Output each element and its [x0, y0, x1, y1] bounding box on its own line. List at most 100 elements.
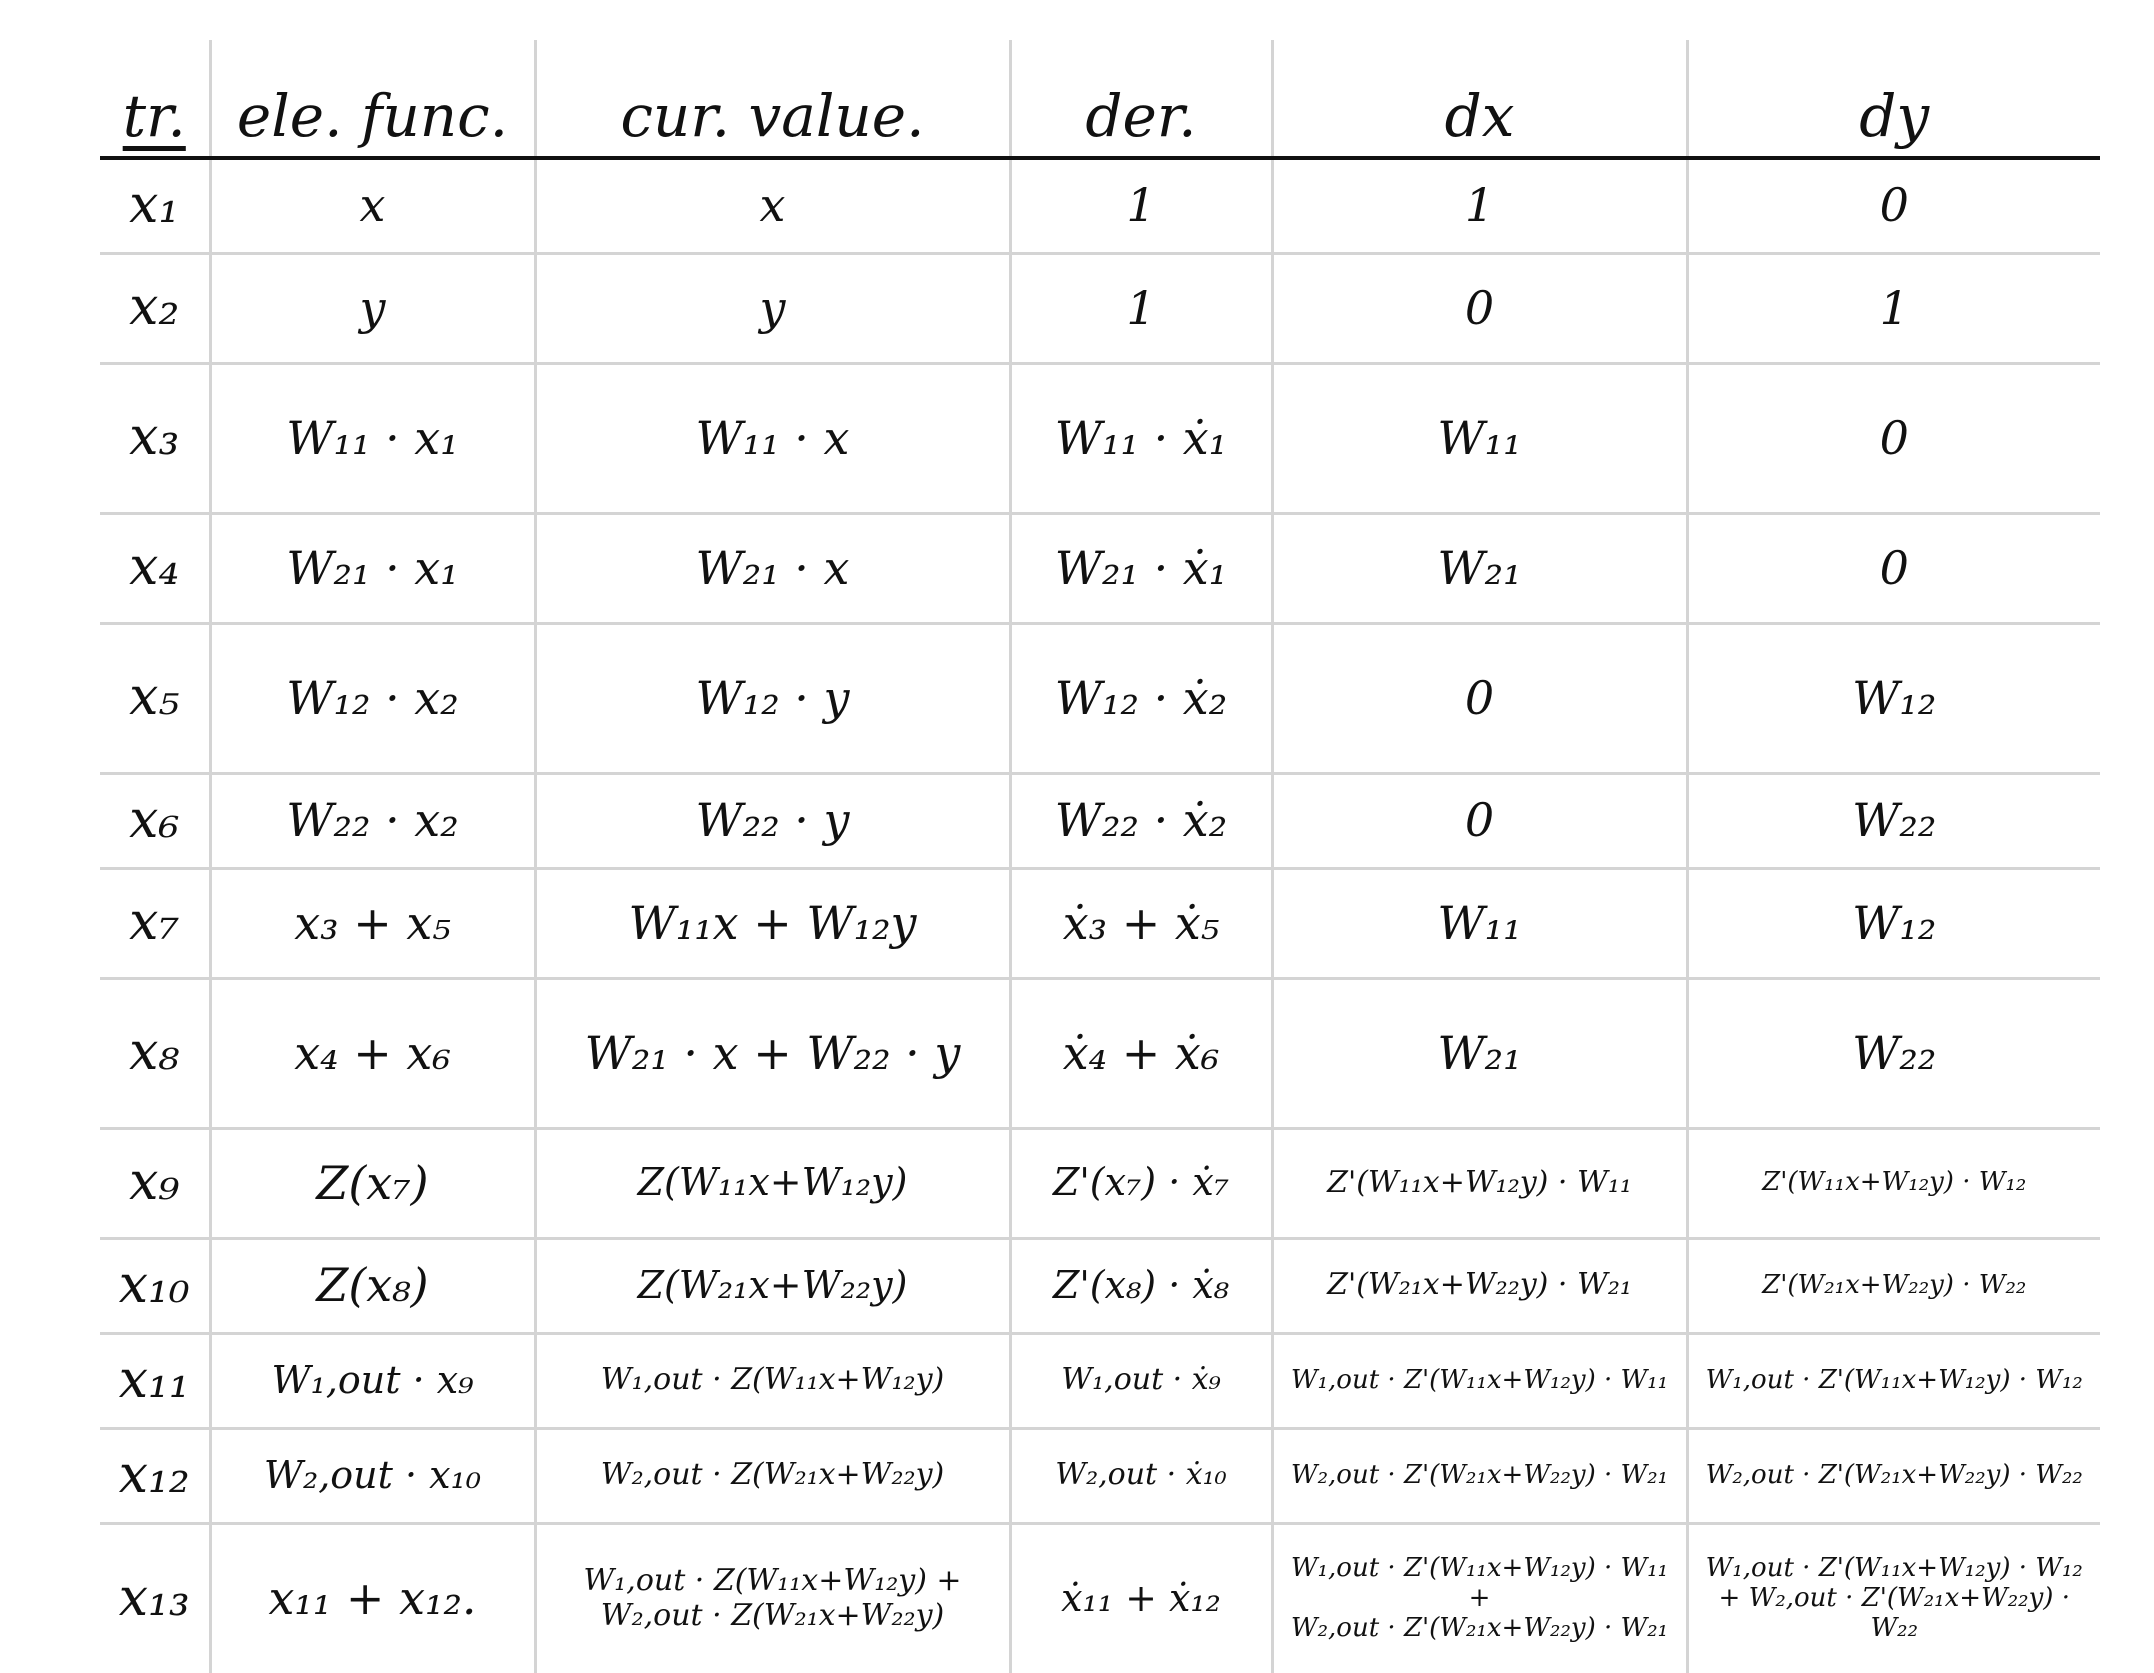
cell-ele-func: x₁₁ + x₁₂. — [208, 1521, 535, 1673]
cell-dx-line: W₂,out · Z'(W₂₁x+W₂₂y) · W₂₁ — [1290, 1612, 1669, 1643]
cell-ele-func: W₂,out · x₁₀ — [208, 1426, 535, 1523]
cell-dy: W₂₂ — [1685, 771, 2100, 868]
cell-dy-line: + W₂,out · Z'(W₂₁x+W₂₂y) · W₂₂ — [1718, 1582, 2070, 1643]
cell-dy: W₁₂ — [1685, 866, 2100, 978]
row-label: x₆ — [100, 771, 210, 868]
cell-dy: 0 — [1685, 361, 2100, 513]
cell-cur-value: W₂₁ · x + W₂₂ · y — [533, 976, 1010, 1128]
cell-der: 1 — [1008, 251, 1272, 363]
cell-cur-value: Z(W₂₁x+W₂₂y) — [533, 1236, 1010, 1333]
row-label: x₈ — [100, 976, 210, 1128]
cell-der: 1 — [1008, 156, 1272, 253]
cell-dy: W₂,out · Z'(W₂₁x+W₂₂y) · W₂₂ — [1685, 1426, 2100, 1523]
cell-dy-line: W₁,out · Z'(W₁₁x+W₁₂y) · W₁₂ — [1705, 1552, 2083, 1583]
cell-cur-value: W₁,out · Z(W₁₁x+W₁₂y) — [533, 1331, 1010, 1428]
cell-ele-func: W₁,out · x₉ — [208, 1331, 535, 1428]
cell-ele-func: W₂₁ · x₁ — [208, 511, 535, 623]
cell-dx: W₂,out · Z'(W₂₁x+W₂₂y) · W₂₁ — [1270, 1426, 1687, 1523]
cell-dx: Z'(W₂₁x+W₂₂y) · W₂₁ — [1270, 1236, 1687, 1333]
header-der: der. — [1008, 40, 1272, 160]
cell-cur-value: Z(W₁₁x+W₁₂y) — [533, 1126, 1010, 1238]
cell-cur-value-line: W₂,out · Z(W₂₁x+W₂₂y) — [600, 1597, 945, 1633]
cell-der: Z'(x₈) · ẋ₈ — [1008, 1236, 1272, 1333]
header-row: tr. ele. func. cur. value. der. dx dy — [100, 40, 2100, 160]
cell-ele-func: y — [208, 251, 535, 363]
cell-dx: 0 — [1270, 771, 1687, 868]
cell-der: Z'(x₇) · ẋ₇ — [1008, 1126, 1272, 1238]
cell-ele-func: W₂₂ · x₂ — [208, 771, 535, 868]
cell-cur-value: W₁₂ · y — [533, 621, 1010, 773]
header-tr: tr. — [100, 40, 210, 160]
table-row: x₆ W₂₂ · x₂ W₂₂ · y W₂₂ · ẋ₂ 0 W₂₂ — [100, 771, 2100, 868]
cell-ele-func: x — [208, 156, 535, 253]
cell-dy: W₁,out · Z'(W₁₁x+W₁₂y) · W₁₂ — [1685, 1331, 2100, 1428]
row-label: x₁₃ — [100, 1521, 210, 1673]
cell-dx: W₁₁ — [1270, 866, 1687, 978]
row-label: x₄ — [100, 511, 210, 623]
row-label: x₁ — [100, 156, 210, 253]
cell-dy: 0 — [1685, 511, 2100, 623]
table-row: x₉ Z(x₇) Z(W₁₁x+W₁₂y) Z'(x₇) · ẋ₇ Z'(W₁₁… — [100, 1126, 2100, 1238]
table-row: x₁ x x 1 1 0 — [100, 156, 2100, 253]
cell-dx: W₂₁ — [1270, 511, 1687, 623]
cell-cur-value: x — [533, 156, 1010, 253]
row-label: x₁₂ — [100, 1426, 210, 1523]
cell-dx-line: W₁,out · Z'(W₁₁x+W₁₂y) · W₁₁ + — [1290, 1552, 1669, 1613]
cell-cur-value: W₂,out · Z(W₂₁x+W₂₂y) — [533, 1426, 1010, 1523]
table-row: x₂ y y 1 0 1 — [100, 251, 2100, 363]
header-dx: dx — [1270, 40, 1687, 160]
cell-cur-value: W₂₁ · x — [533, 511, 1010, 623]
cell-ele-func: Z(x₈) — [208, 1236, 535, 1333]
cell-ele-func: x₄ + x₆ — [208, 976, 535, 1128]
table-row: x₇ x₃ + x₅ W₁₁x + W₁₂y ẋ₃ + ẋ₅ W₁₁ W₁₂ — [100, 866, 2100, 978]
cell-der: ẋ₄ + ẋ₆ — [1008, 976, 1272, 1128]
cell-der: W₂₂ · ẋ₂ — [1008, 771, 1272, 868]
cell-dx: W₁,out · Z'(W₁₁x+W₁₂y) · W₁₁ + W₂,out · … — [1270, 1521, 1687, 1673]
cell-dx: 0 — [1270, 621, 1687, 773]
table-row: x₄ W₂₁ · x₁ W₂₁ · x W₂₁ · ẋ₁ W₂₁ 0 — [100, 511, 2100, 623]
table-row: x₃ W₁₁ · x₁ W₁₁ · x W₁₁ · ẋ₁ W₁₁ 0 — [100, 361, 2100, 513]
table-row: x₈ x₄ + x₆ W₂₁ · x + W₂₂ · y ẋ₄ + ẋ₆ W₂₁… — [100, 976, 2100, 1128]
cell-der: W₁,out · ẋ₉ — [1008, 1331, 1272, 1428]
row-label: x₂ — [100, 251, 210, 363]
cell-der: ẋ₃ + ẋ₅ — [1008, 866, 1272, 978]
row-label: x₅ — [100, 621, 210, 773]
cell-dx: 1 — [1270, 156, 1687, 253]
cell-ele-func: W₁₂ · x₂ — [208, 621, 535, 773]
row-label: x₃ — [100, 361, 210, 513]
cell-dx: 0 — [1270, 251, 1687, 363]
cell-dy: Z'(W₁₁x+W₁₂y) · W₁₂ — [1685, 1126, 2100, 1238]
row-label: x₁₀ — [100, 1236, 210, 1333]
cell-ele-func: W₁₁ · x₁ — [208, 361, 535, 513]
cell-dy: Z'(W₂₁x+W₂₂y) · W₂₂ — [1685, 1236, 2100, 1333]
cell-dy: W₂₂ — [1685, 976, 2100, 1128]
row-label: x₇ — [100, 866, 210, 978]
row-label: x₁₁ — [100, 1331, 210, 1428]
cell-dy: W₁,out · Z'(W₁₁x+W₁₂y) · W₁₂ + W₂,out · … — [1685, 1521, 2100, 1673]
header-cur-value: cur. value. — [533, 40, 1010, 160]
cell-dy: W₁₂ — [1685, 621, 2100, 773]
cell-cur-value-line: W₁,out · Z(W₁₁x+W₁₂y) + — [583, 1563, 962, 1599]
cell-dy: 0 — [1685, 156, 2100, 253]
cell-ele-func: Z(x₇) — [208, 1126, 535, 1238]
row-label: x₉ — [100, 1126, 210, 1238]
cell-dx: W₁,out · Z'(W₁₁x+W₁₂y) · W₁₁ — [1270, 1331, 1687, 1428]
cell-der: W₁₁ · ẋ₁ — [1008, 361, 1272, 513]
cell-dy: 1 — [1685, 251, 2100, 363]
table-row: x₁₀ Z(x₈) Z(W₂₁x+W₂₂y) Z'(x₈) · ẋ₈ Z'(W₂… — [100, 1236, 2100, 1333]
cell-cur-value: W₁,out · Z(W₁₁x+W₁₂y) + W₂,out · Z(W₂₁x+… — [533, 1521, 1010, 1673]
cell-der: ẋ₁₁ + ẋ₁₂ — [1008, 1521, 1272, 1673]
cell-cur-value: W₂₂ · y — [533, 771, 1010, 868]
cell-der: W₂₁ · ẋ₁ — [1008, 511, 1272, 623]
header-dy: dy — [1685, 40, 2100, 160]
table-row: x₁₁ W₁,out · x₉ W₁,out · Z(W₁₁x+W₁₂y) W₁… — [100, 1331, 2100, 1428]
cell-cur-value: W₁₁x + W₁₂y — [533, 866, 1010, 978]
cell-dx: Z'(W₁₁x+W₁₂y) · W₁₁ — [1270, 1126, 1687, 1238]
cell-dx: W₁₁ — [1270, 361, 1687, 513]
cell-ele-func: x₃ + x₅ — [208, 866, 535, 978]
table-row: x₁₂ W₂,out · x₁₀ W₂,out · Z(W₂₁x+W₂₂y) W… — [100, 1426, 2100, 1523]
forward-mode-table: tr. ele. func. cur. value. der. dx dy x₁… — [100, 40, 2100, 1673]
cell-cur-value: W₁₁ · x — [533, 361, 1010, 513]
cell-cur-value: y — [533, 251, 1010, 363]
cell-dx: W₂₁ — [1270, 976, 1687, 1128]
